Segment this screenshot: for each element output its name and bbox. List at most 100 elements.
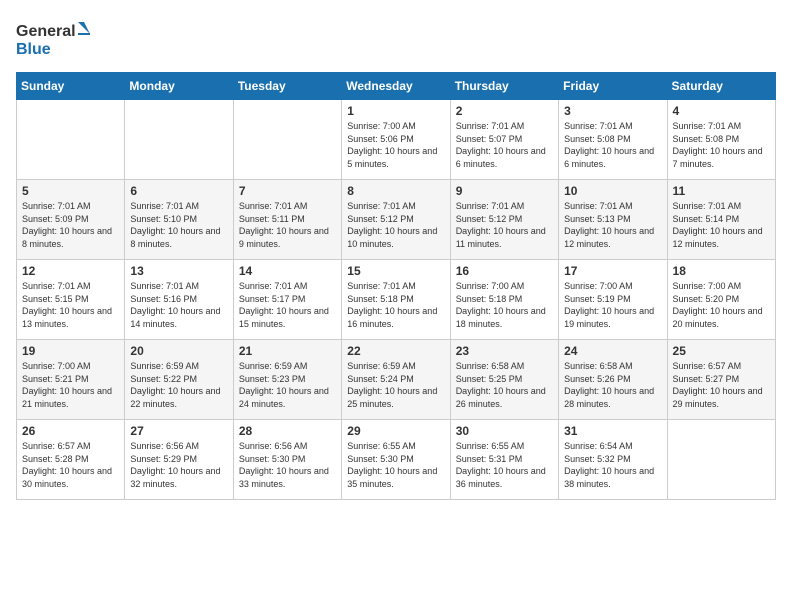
day-info: Sunrise: 7:01 AMSunset: 5:15 PMDaylight:… (22, 280, 119, 330)
calendar-cell: 3Sunrise: 7:01 AMSunset: 5:08 PMDaylight… (559, 100, 667, 180)
day-info: Sunrise: 6:55 AMSunset: 5:31 PMDaylight:… (456, 440, 553, 490)
week-row-3: 12 Sunrise: 7:01 AMSunset: 5:15 PMDayligh… (17, 260, 776, 340)
day-number: 15 (347, 264, 444, 278)
day-number: 2 (456, 104, 553, 118)
day-number: 29 (347, 424, 444, 438)
day-number: 20 (130, 344, 227, 358)
day-info: Sunrise: 6:58 AMSunset: 5:26 PMDaylight:… (564, 360, 661, 410)
day-info: Sunrise: 7:01 AMSunset: 5:08 PMDaylight:… (673, 120, 770, 170)
day-number: 6 (130, 184, 227, 198)
day-info: Sunrise: 7:01 AMSunset: 5:11 PMDaylight:… (239, 200, 336, 250)
calendar-cell: 6 Sunrise: 7:01 AMSunset: 5:10 PMDaylight… (125, 180, 233, 260)
day-info: Sunrise: 6:57 AMSunset: 5:27 PMDaylight:… (673, 360, 770, 410)
day-info: Sunrise: 7:01 AMSunset: 5:12 PMDaylight:… (456, 200, 553, 250)
calendar-table: SundayMondayTuesdayWednesdayThursdayFrid… (16, 72, 776, 500)
calendar-cell: 18 Sunrise: 7:00 AMSunset: 5:20 PMDayligh… (667, 260, 775, 340)
calendar-cell (233, 100, 341, 180)
day-number: 9 (456, 184, 553, 198)
header: GeneralBlue (16, 16, 776, 60)
day-number: 23 (456, 344, 553, 358)
day-number: 21 (239, 344, 336, 358)
day-info: Sunrise: 6:58 AMSunset: 5:25 PMDaylight:… (456, 360, 553, 410)
calendar-cell: 2Sunrise: 7:01 AMSunset: 5:07 PMDaylight… (450, 100, 558, 180)
calendar-cell: 27 Sunrise: 6:56 AMSunset: 5:29 PMDayligh… (125, 420, 233, 500)
day-info: Sunrise: 7:00 AMSunset: 5:18 PMDaylight:… (456, 280, 553, 330)
logo: GeneralBlue (16, 16, 96, 60)
day-number: 18 (673, 264, 770, 278)
calendar-cell: 31 Sunrise: 6:54 AMSunset: 5:32 PMDayligh… (559, 420, 667, 500)
day-header-wednesday: Wednesday (342, 73, 450, 100)
day-info: Sunrise: 7:01 AMSunset: 5:12 PMDaylight:… (347, 200, 444, 250)
calendar-cell: 5Sunrise: 7:01 AMSunset: 5:09 PMDaylight… (17, 180, 125, 260)
day-number: 26 (22, 424, 119, 438)
day-header-monday: Monday (125, 73, 233, 100)
calendar-cell: 21 Sunrise: 6:59 AMSunset: 5:23 PMDayligh… (233, 340, 341, 420)
calendar-cell: 17 Sunrise: 7:00 AMSunset: 5:19 PMDayligh… (559, 260, 667, 340)
day-info: Sunrise: 6:55 AMSunset: 5:30 PMDaylight:… (347, 440, 444, 490)
calendar-cell: 10Sunrise: 7:01 AMSunset: 5:13 PMDayligh… (559, 180, 667, 260)
day-number: 11 (673, 184, 770, 198)
calendar-cell: 7Sunrise: 7:01 AMSunset: 5:11 PMDaylight… (233, 180, 341, 260)
calendar-cell: 22 Sunrise: 6:59 AMSunset: 5:24 PMDayligh… (342, 340, 450, 420)
day-number: 24 (564, 344, 661, 358)
day-number: 4 (673, 104, 770, 118)
day-info: Sunrise: 7:01 AMSunset: 5:10 PMDaylight:… (130, 200, 227, 250)
week-row-4: 19Sunrise: 7:00 AMSunset: 5:21 PMDayligh… (17, 340, 776, 420)
day-number: 31 (564, 424, 661, 438)
calendar-cell: 9 Sunrise: 7:01 AMSunset: 5:12 PMDaylight… (450, 180, 558, 260)
calendar-cell: 20 Sunrise: 6:59 AMSunset: 5:22 PMDayligh… (125, 340, 233, 420)
week-row-2: 5Sunrise: 7:01 AMSunset: 5:09 PMDaylight… (17, 180, 776, 260)
day-number: 28 (239, 424, 336, 438)
calendar-cell: 26 Sunrise: 6:57 AMSunset: 5:28 PMDayligh… (17, 420, 125, 500)
day-number: 17 (564, 264, 661, 278)
day-number: 3 (564, 104, 661, 118)
week-row-1: 1Sunrise: 7:00 AMSunset: 5:06 PMDaylight… (17, 100, 776, 180)
calendar-cell: 30 Sunrise: 6:55 AMSunset: 5:31 PMDayligh… (450, 420, 558, 500)
calendar-cell: 28Sunrise: 6:56 AMSunset: 5:30 PMDayligh… (233, 420, 341, 500)
calendar-cell: 8 Sunrise: 7:01 AMSunset: 5:12 PMDaylight… (342, 180, 450, 260)
calendar-cell: 25Sunrise: 6:57 AMSunset: 5:27 PMDayligh… (667, 340, 775, 420)
day-header-friday: Friday (559, 73, 667, 100)
day-info: Sunrise: 6:59 AMSunset: 5:24 PMDaylight:… (347, 360, 444, 410)
day-info: Sunrise: 7:01 AMSunset: 5:14 PMDaylight:… (673, 200, 770, 250)
day-number: 5 (22, 184, 119, 198)
day-header-sunday: Sunday (17, 73, 125, 100)
calendar-cell: 13Sunrise: 7:01 AMSunset: 5:16 PMDayligh… (125, 260, 233, 340)
day-info: Sunrise: 6:59 AMSunset: 5:23 PMDaylight:… (239, 360, 336, 410)
day-number: 30 (456, 424, 553, 438)
day-number: 16 (456, 264, 553, 278)
day-number: 8 (347, 184, 444, 198)
day-info: Sunrise: 7:00 AMSunset: 5:19 PMDaylight:… (564, 280, 661, 330)
day-header-saturday: Saturday (667, 73, 775, 100)
day-info: Sunrise: 6:56 AMSunset: 5:29 PMDaylight:… (130, 440, 227, 490)
day-info: Sunrise: 7:00 AMSunset: 5:20 PMDaylight:… (673, 280, 770, 330)
calendar-cell: 16 Sunrise: 7:00 AMSunset: 5:18 PMDayligh… (450, 260, 558, 340)
day-info: Sunrise: 7:00 AMSunset: 5:06 PMDaylight:… (347, 120, 444, 170)
calendar-cell: 29 Sunrise: 6:55 AMSunset: 5:30 PMDayligh… (342, 420, 450, 500)
day-number: 22 (347, 344, 444, 358)
calendar-cell (17, 100, 125, 180)
day-info: Sunrise: 7:01 AMSunset: 5:13 PMDaylight:… (564, 200, 661, 250)
calendar-cell: 24 Sunrise: 6:58 AMSunset: 5:26 PMDayligh… (559, 340, 667, 420)
calendar-cell: 23 Sunrise: 6:58 AMSunset: 5:25 PMDayligh… (450, 340, 558, 420)
svg-text:General: General (16, 23, 76, 40)
calendar-cell (667, 420, 775, 500)
day-header-thursday: Thursday (450, 73, 558, 100)
week-row-5: 26 Sunrise: 6:57 AMSunset: 5:28 PMDayligh… (17, 420, 776, 500)
calendar-cell: 19Sunrise: 7:00 AMSunset: 5:21 PMDayligh… (17, 340, 125, 420)
calendar-cell: 11 Sunrise: 7:01 AMSunset: 5:14 PMDayligh… (667, 180, 775, 260)
calendar-cell: 12 Sunrise: 7:01 AMSunset: 5:15 PMDayligh… (17, 260, 125, 340)
day-number: 12 (22, 264, 119, 278)
day-info: Sunrise: 6:59 AMSunset: 5:22 PMDaylight:… (130, 360, 227, 410)
svg-text:Blue: Blue (16, 41, 51, 58)
calendar-cell: 1Sunrise: 7:00 AMSunset: 5:06 PMDaylight… (342, 100, 450, 180)
day-info: Sunrise: 7:01 AMSunset: 5:17 PMDaylight:… (239, 280, 336, 330)
day-info: Sunrise: 6:57 AMSunset: 5:28 PMDaylight:… (22, 440, 119, 490)
day-info: Sunrise: 6:54 AMSunset: 5:32 PMDaylight:… (564, 440, 661, 490)
day-info: Sunrise: 7:01 AMSunset: 5:18 PMDaylight:… (347, 280, 444, 330)
calendar-cell (125, 100, 233, 180)
logo-svg: GeneralBlue (16, 16, 96, 60)
days-header-row: SundayMondayTuesdayWednesdayThursdayFrid… (17, 73, 776, 100)
day-number: 27 (130, 424, 227, 438)
calendar-cell: 15 Sunrise: 7:01 AMSunset: 5:18 PMDayligh… (342, 260, 450, 340)
